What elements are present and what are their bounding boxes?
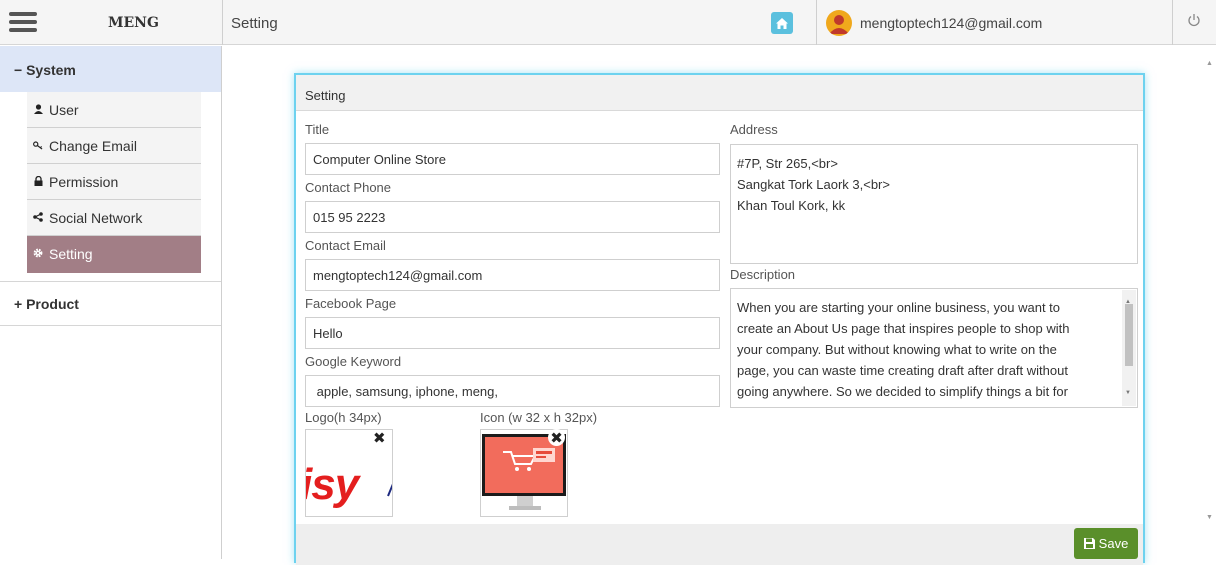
sidebar-item-label: Change Email	[49, 138, 137, 154]
home-icon	[776, 17, 788, 29]
scroll-thumb[interactable]	[1125, 304, 1133, 366]
page-scroll-up-icon[interactable]: ▲	[1206, 60, 1213, 67]
share-icon	[33, 210, 43, 222]
description-scrollbar[interactable]: ▲ ▼	[1122, 290, 1136, 406]
icon-label: Icon (w 32 x h 32px)	[480, 410, 598, 425]
address-label: Address	[730, 122, 778, 137]
sidebar-item-social-network[interactable]: Social Network	[27, 200, 201, 236]
sidebar-item-permission[interactable]: Permission	[27, 164, 201, 200]
power-icon[interactable]	[1187, 13, 1201, 32]
page-scroll-down-icon[interactable]: ▼	[1206, 514, 1213, 521]
hamburger-menu-icon[interactable]	[9, 12, 37, 34]
scroll-down-icon[interactable]: ▼	[1125, 383, 1131, 404]
lock-icon	[33, 174, 43, 186]
brand-logo: MENG	[108, 15, 159, 31]
divider	[1172, 0, 1173, 45]
page-title: Setting	[231, 15, 278, 32]
divider	[222, 0, 223, 45]
sidebar-item-label: Setting	[49, 246, 93, 262]
user-email[interactable]: mengtoptech124@gmail.com	[860, 15, 1042, 31]
address-textarea[interactable]: #7P, Str 265,<br> Sangkat Tork Laork 3,<…	[730, 144, 1138, 264]
home-button[interactable]	[771, 12, 793, 34]
key-icon	[33, 138, 43, 150]
facebook-label: Facebook Page	[305, 296, 397, 311]
logo-image-fragment	[387, 483, 392, 497]
sidebar-item-label: Social Network	[49, 210, 143, 226]
phone-input[interactable]: 015 95 2223	[305, 201, 720, 233]
save-label: Save	[1098, 536, 1129, 551]
gear-icon	[33, 246, 43, 258]
address-line: Sangkat Tork Laork 3,<br>	[737, 177, 890, 192]
setting-dialog: Setting Title Computer Online Store Cont…	[294, 73, 1145, 565]
description-line: create an About Us page that inspires pe…	[737, 321, 1070, 336]
user-icon	[33, 102, 43, 114]
description-line: When you are starting your online busine…	[737, 300, 1061, 315]
sidebar-group-product[interactable]: + Product	[0, 282, 221, 326]
description-line: your company. But without knowing what t…	[737, 342, 1057, 357]
facebook-input[interactable]: Hello	[305, 317, 720, 349]
save-button[interactable]: Save	[1074, 528, 1138, 559]
system-submenu: User Change Email Permission Social Netw…	[27, 92, 201, 273]
remove-icon-icon[interactable]: ✖	[548, 429, 565, 447]
divider	[816, 0, 817, 45]
phone-label: Contact Phone	[305, 180, 392, 195]
description-line: page, you can waste time creating draft …	[737, 363, 1068, 378]
sidebar-item-user[interactable]: User	[27, 92, 201, 128]
keyword-label: Google Keyword	[305, 354, 402, 369]
description-line: going anywhere. So we decided to simplif…	[737, 384, 1068, 399]
description-textarea[interactable]: When you are starting your online busine…	[730, 288, 1138, 408]
avatar[interactable]	[826, 10, 852, 36]
title-label: Title	[305, 122, 330, 137]
sidebar-group-system[interactable]: − System	[0, 46, 221, 92]
logo-label: Logo(h 34px)	[305, 410, 382, 425]
sidebar-item-label: Permission	[49, 174, 119, 190]
keyword-input[interactable]: apple, samsung, iphone, meng,	[305, 375, 720, 407]
sidebar-item-label: User	[49, 102, 79, 118]
address-line: #7P, Str 265,<br>	[737, 156, 838, 171]
address-line: Khan Toul Kork, kk	[737, 198, 846, 213]
sidebar: − System User Change Email Permission So…	[0, 46, 222, 559]
email-input[interactable]: mengtoptech124@gmail.com	[305, 259, 720, 291]
logo-image-text: isy	[305, 460, 359, 509]
title-input[interactable]: Computer Online Store	[305, 143, 720, 175]
sidebar-item-change-email[interactable]: Change Email	[27, 128, 201, 164]
floppy-disk-icon	[1083, 538, 1095, 549]
remove-logo-icon[interactable]: ✖	[373, 429, 386, 447]
dialog-title: Setting	[296, 75, 1143, 111]
sidebar-item-setting[interactable]: Setting	[27, 236, 201, 273]
top-bar: MENG Setting mengtoptech124@gmail.com	[0, 0, 1216, 45]
description-label: Description	[730, 267, 796, 282]
email-label: Contact Email	[305, 238, 386, 253]
